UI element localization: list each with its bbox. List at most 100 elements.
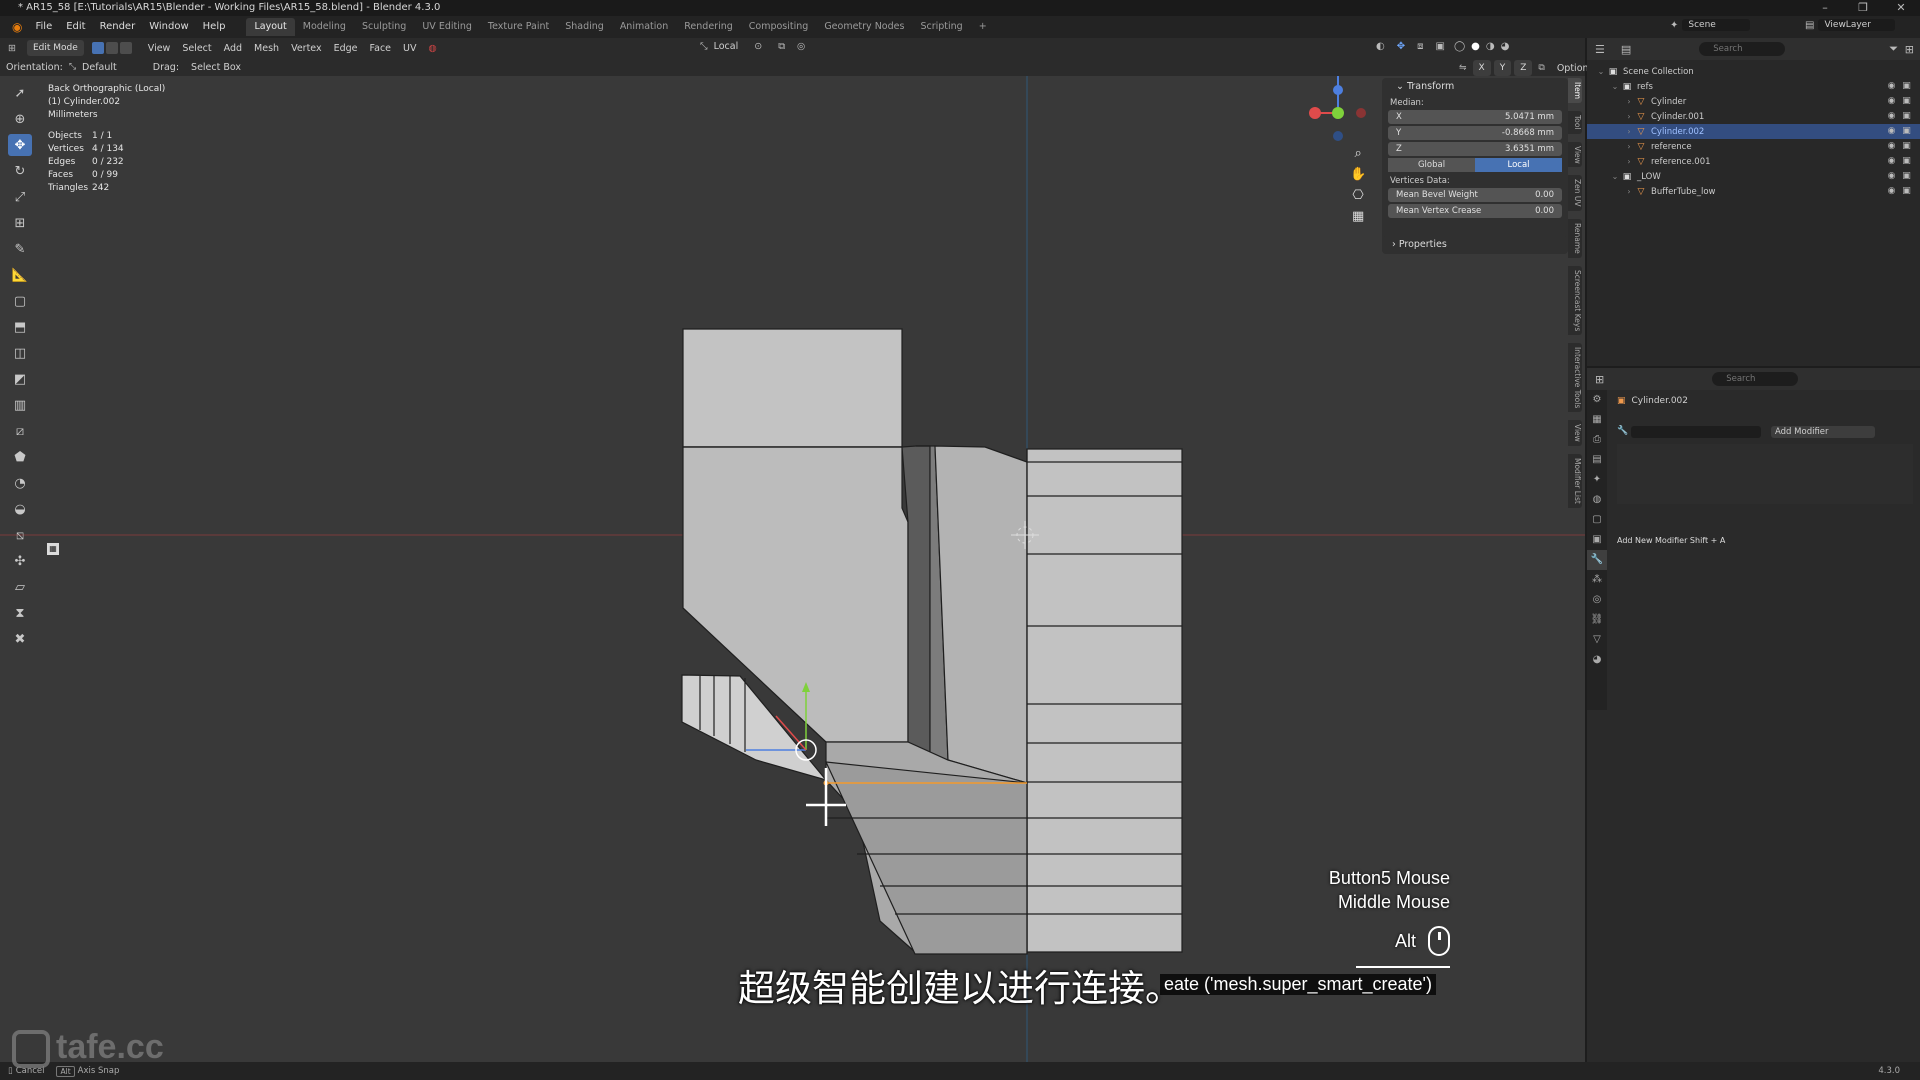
transform-tool-icon[interactable]: ⊞ [8,212,32,234]
edge-slide-tool-icon[interactable]: ⧅ [8,524,32,546]
outliner-editor-icon[interactable]: ☰ [1587,43,1613,56]
outliner-row[interactable]: › ▽ Cylinder.001 ◉ ▣ [1587,109,1920,124]
menu-edit[interactable]: Edit [59,16,92,38]
select-tool-icon[interactable]: ➚ [8,82,32,104]
knife-tool-icon[interactable]: ⧄ [8,420,32,442]
menu-view[interactable]: View [142,43,177,54]
mean-bevel-weight-field[interactable]: Mean Bevel Weight 0.00 [1388,188,1562,202]
mirror-icon[interactable]: ⇋ [1456,63,1470,73]
super-smart-create-icon[interactable]: ✖ [8,628,32,650]
ortho-grid-icon[interactable]: ▦ [1352,209,1364,224]
shading-rendered-icon[interactable]: ◕ [1498,41,1513,52]
eye-icon[interactable]: ◉ [1884,169,1899,184]
camera-icon[interactable]: ▣ [1899,94,1914,109]
outliner-row[interactable]: ⌄ ▣ _LOW ◉ ▣ [1587,169,1920,184]
sidebar-tab-item[interactable]: Item [1568,78,1582,104]
eye-icon[interactable]: ◉ [1884,94,1899,109]
drag-selector[interactable]: Select Box [185,62,247,73]
poly-build-tool-icon[interactable]: ⬟ [8,446,32,468]
zoom-icon[interactable]: ⌕ [1354,146,1361,161]
modifier-tab-icon[interactable]: 🔧 [1587,550,1607,570]
rotate-tool-icon[interactable]: ↻ [8,160,32,182]
snap-icon[interactable]: ⧉ [772,41,791,52]
sidebar-tab-view[interactable]: View [1568,141,1582,168]
visibility-icon[interactable]: ◐ [1370,41,1391,52]
cursor-tool-icon[interactable]: ⊕ [8,108,32,130]
outliner-search-input[interactable] [1699,42,1786,56]
tab-compositing[interactable]: Compositing [741,18,817,36]
viewlayer-selector[interactable]: ViewLayer [1818,19,1895,31]
new-collection-icon[interactable]: ⊞ [1905,43,1914,56]
median-x-field[interactable]: X 5.0471 mm [1388,110,1562,124]
shear-tool-icon[interactable]: ▱ [8,576,32,598]
minimize-button[interactable]: – [1806,0,1844,16]
scene-selector[interactable]: Scene [1682,19,1750,31]
collection-tab-icon[interactable]: ▢ [1587,510,1607,530]
camera-icon[interactable]: ▣ [1899,139,1914,154]
bevel-tool-icon[interactable]: ◩ [8,368,32,390]
expand-arrow-icon[interactable]: ⌄ [1609,172,1621,181]
move-tool-icon[interactable]: ✥ [8,134,32,156]
pivot-icon[interactable]: ⊙ [744,41,772,52]
camera-icon[interactable]: ▣ [1899,154,1914,169]
viewlayer-icon[interactable]: ▤ [1805,20,1814,31]
maximize-button[interactable]: ❐ [1844,0,1882,16]
rip-tool-icon[interactable]: ⧗ [8,602,32,624]
measure-tool-icon[interactable]: 📐 [8,264,32,286]
overlays-icon[interactable]: ⧈ [1411,41,1429,52]
shading-material-icon[interactable]: ◑ [1483,41,1498,52]
extrude-tool-icon[interactable]: ⬒ [8,316,32,338]
camera-icon[interactable]: ▣ [1899,109,1914,124]
display-mode-icon[interactable]: ▤ [1613,43,1639,56]
eye-icon[interactable]: ◉ [1884,109,1899,124]
properties-editor-icon[interactable]: ⊞ [1587,373,1612,386]
outliner-row[interactable]: ⌄ ▣ Scene Collection [1587,64,1920,79]
data-tab-icon[interactable]: ▽ [1587,630,1607,650]
edge-select-mode[interactable] [105,42,118,54]
menu-add[interactable]: Add [218,43,248,54]
menu-face[interactable]: Face [364,43,397,54]
menu-edge[interactable]: Edge [328,43,364,54]
expand-arrow-icon[interactable]: › [1623,97,1635,106]
add-workspace-button[interactable]: + [971,18,995,36]
pan-hand-icon[interactable]: ✋ [1350,167,1366,182]
transform-orientation-icon[interactable]: ⤡ [700,41,708,52]
menu-help[interactable]: Help [196,16,233,38]
expand-arrow-icon[interactable]: › [1623,127,1635,136]
outliner-row[interactable]: › ▽ BufferTube_low ◉ ▣ [1587,184,1920,199]
shading-wireframe-icon[interactable]: ◯ [1451,41,1468,52]
scene-icon[interactable]: ✦ [1670,20,1678,31]
menu-mesh[interactable]: Mesh [248,43,285,54]
properties-search-input[interactable] [1712,372,1799,386]
tab-sculpting[interactable]: Sculpting [354,18,414,36]
camera-icon[interactable]: ▣ [1899,79,1914,94]
eye-icon[interactable]: ◉ [1884,124,1899,139]
local-toggle[interactable]: Local [1475,158,1562,172]
eye-icon[interactable]: ◉ [1884,139,1899,154]
modifier-search-field[interactable] [1631,426,1761,438]
sidebar-tab-modifier-list[interactable]: Modifier List [1568,454,1582,508]
outliner-row[interactable]: › ▽ reference ◉ ▣ [1587,139,1920,154]
tab-layout[interactable]: Layout [246,18,295,36]
sidebar-tab-zen-uv[interactable]: Zen UV [1568,175,1582,211]
outliner-row[interactable]: › ▽ Cylinder ◉ ▣ [1587,94,1920,109]
world-tab-icon[interactable]: ◍ [1587,490,1607,510]
shrink-tool-icon[interactable]: ✣ [8,550,32,572]
output-tab-icon[interactable]: ⎙ [1587,430,1607,450]
eye-icon[interactable]: ◉ [1884,154,1899,169]
add-cube-tool-icon[interactable]: ▢ [8,290,32,312]
tab-geometry-nodes[interactable]: Geometry Nodes [816,18,912,36]
proportional-edit-icon[interactable]: ◎ [791,41,811,52]
add-modifier-button[interactable]: Add Modifier [1771,426,1875,438]
camera-icon[interactable]: ▣ [1899,184,1914,199]
expand-arrow-icon[interactable]: ⌄ [1595,67,1607,76]
blender-logo-icon[interactable]: ◉ [6,20,28,34]
scene-tab-icon[interactable]: ✦ [1587,470,1607,490]
sidebar-tab-rename[interactable]: Rename [1568,218,1582,258]
object-tab-icon[interactable]: ▣ [1587,530,1607,550]
properties-panel-header[interactable]: › Properties [1382,236,1568,254]
tab-shading[interactable]: Shading [557,18,612,36]
sidebar-tab-tool[interactable]: Tool [1568,111,1582,134]
tab-rendering[interactable]: Rendering [676,18,741,36]
menu-vertex[interactable]: Vertex [285,43,328,54]
